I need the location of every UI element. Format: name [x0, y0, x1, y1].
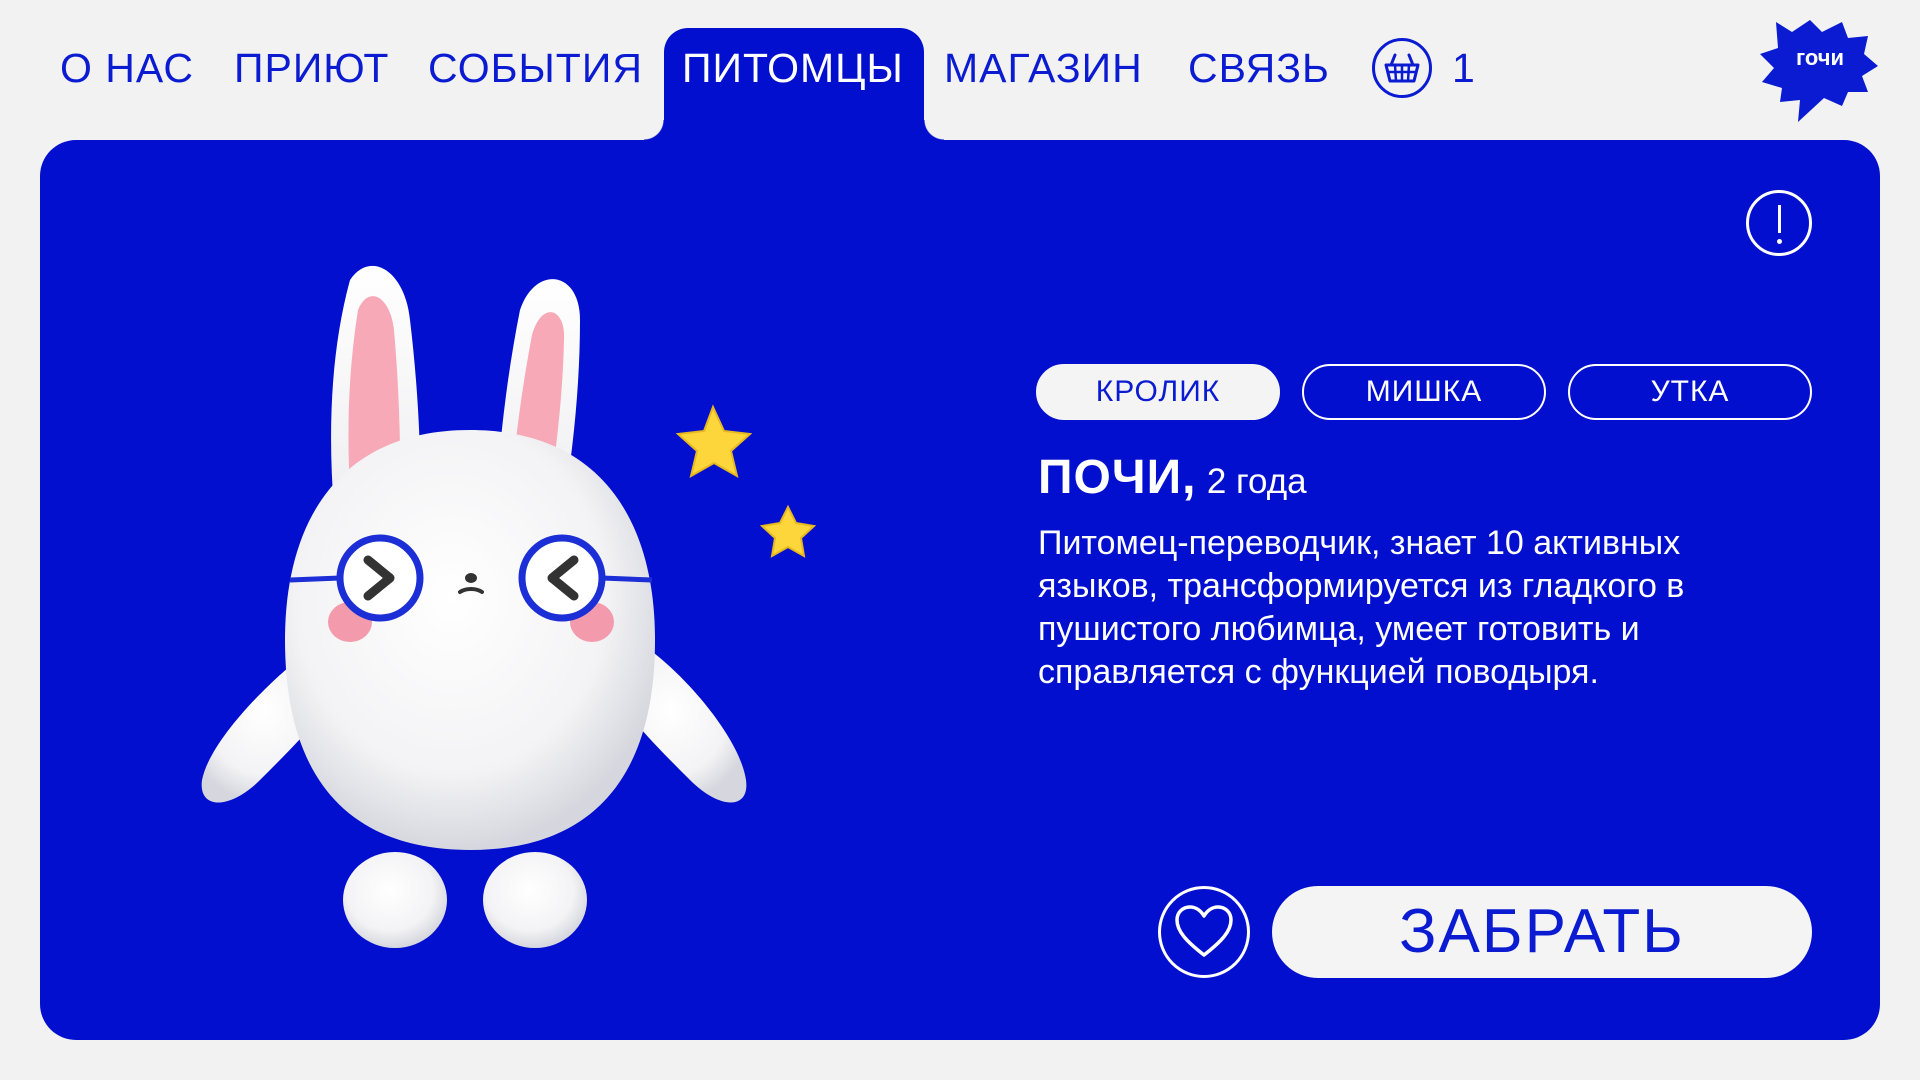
pet-type-bear-tab[interactable]: МИШКА — [1302, 364, 1546, 420]
panel-notch — [924, 120, 944, 140]
nav-item-contact[interactable]: СВЯЗЬ — [1188, 40, 1330, 96]
favorite-button[interactable] — [1158, 886, 1250, 978]
cart-count[interactable]: 1 — [1452, 40, 1475, 96]
nav-item-events[interactable]: СОБЫТИЯ — [428, 40, 643, 96]
pet-age: 2 года — [1206, 462, 1307, 501]
pet-description: Питомец-переводчик, знает 10 активных яз… — [1038, 524, 1685, 691]
panel-notch — [644, 120, 664, 140]
nav-item-pets[interactable]: ПИТОМЦЫ — [682, 40, 904, 96]
nav-item-shop[interactable]: МАГАЗИН — [944, 40, 1143, 96]
exclamation-icon[interactable] — [1746, 190, 1812, 256]
basket-icon[interactable] — [1372, 38, 1432, 98]
bunny-pet-illustration — [201, 265, 817, 948]
pet-type-rabbit-tab[interactable]: КРОЛИК — [1036, 364, 1280, 420]
top-navigation: О НАС ПРИЮТ СОБЫТИЯ ПИТОМЦЫ МАГАЗИН СВЯЗ… — [0, 0, 1920, 148]
pet-type-duck-tab[interactable]: УТКА — [1568, 364, 1812, 420]
pet-title: ПОЧИ, 2 года — [1038, 448, 1307, 508]
pet-name: ПОЧИ, — [1038, 451, 1197, 504]
nav-item-shelter[interactable]: ПРИЮТ — [234, 40, 389, 96]
heart-icon — [1175, 905, 1233, 957]
logo-text: гочи — [1795, 45, 1845, 70]
nav-item-about[interactable]: О НАС — [60, 40, 194, 96]
take-pet-button[interactable]: ЗАБРАТЬ — [1272, 886, 1812, 978]
